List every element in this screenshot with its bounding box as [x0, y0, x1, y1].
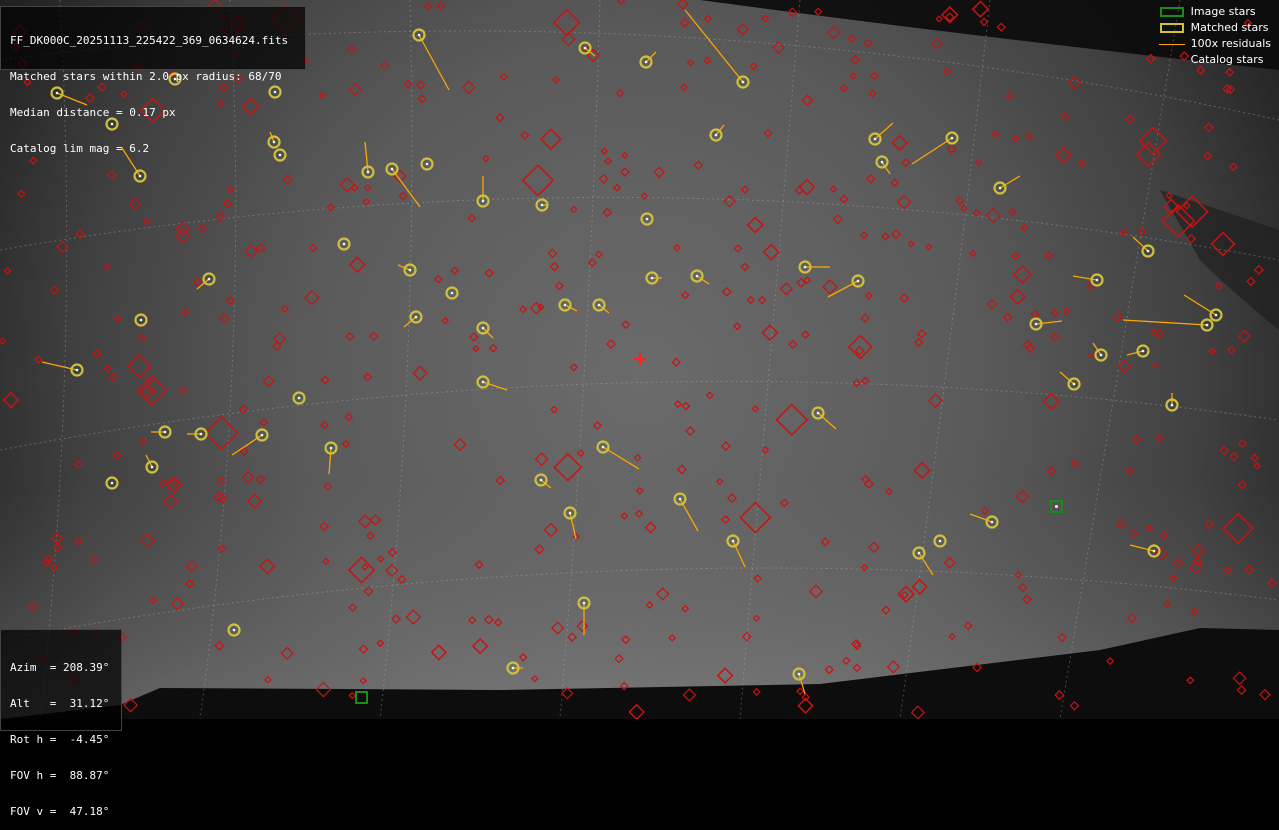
matched-star-center [803, 265, 807, 269]
matched-star-center [601, 445, 605, 449]
matched-star-center [950, 136, 954, 140]
azimuth-label: Azim = 208.39° [10, 661, 110, 674]
matched-star-center [207, 277, 211, 281]
matched-star-center [582, 601, 586, 605]
matched-star-center [408, 268, 412, 272]
matched-star-center [990, 520, 994, 524]
matched-star-center [650, 276, 654, 280]
matched-star-center [816, 411, 820, 415]
legend-residuals-label: 100x residuals [1190, 37, 1271, 50]
matched-star-center [414, 315, 418, 319]
matched-star-center [342, 242, 346, 246]
matched-star-center [678, 497, 682, 501]
matched-star-center [481, 380, 485, 384]
matched-star-center [75, 368, 79, 372]
matched-star-center [880, 160, 884, 164]
matched-stars-summary: Matched stars within 2.0 px radius: 68/7… [10, 70, 282, 83]
residual-line-swatch-icon [1158, 43, 1185, 45]
matched-star-center [1099, 353, 1103, 357]
matched-star-center [917, 551, 921, 555]
matched-star-center [644, 60, 648, 64]
matched-star-center [199, 432, 203, 436]
matched-star-center [583, 46, 587, 50]
image-star-dot [1055, 505, 1058, 508]
matched-star-center [232, 628, 236, 632]
matched-star-center [450, 291, 454, 295]
matched-star-center [568, 511, 572, 515]
matched-star-center [1072, 382, 1076, 386]
matched-star-center [139, 318, 143, 322]
matched-star-center [366, 170, 370, 174]
matched-star-center [150, 465, 154, 469]
matched-star-center [260, 433, 264, 437]
matched-star-center [563, 303, 567, 307]
matched-star-center [540, 203, 544, 207]
matched-star-center [297, 396, 301, 400]
matched-star-center [1214, 313, 1218, 317]
matched-star-center [425, 162, 429, 166]
matched-star-center [873, 137, 877, 141]
matched-star-center [481, 199, 485, 203]
matched-star-center [998, 186, 1002, 190]
matched-star-center [1205, 323, 1209, 327]
pointing-info-box: Azim = 208.39° Alt = 31.12° Rot h = -4.4… [0, 629, 122, 818]
legend-matched-stars-label: Matched stars [1190, 21, 1269, 34]
matched-star-center [1095, 278, 1099, 282]
legend-residuals: 100x residuals [1158, 36, 1271, 52]
matched-star-center [1152, 549, 1156, 553]
legend-catalog-stars-label: Catalog stars [1190, 53, 1264, 66]
matched-star-center [1141, 349, 1145, 353]
matched-star-center [695, 274, 699, 278]
legend-image-stars-label: Image stars [1190, 5, 1256, 18]
catalog-star-swatch-icon [1159, 55, 1185, 65]
matched-star-center [539, 478, 543, 482]
matched-star-center [938, 539, 942, 543]
matched-star-center [138, 174, 142, 178]
matched-star-center [511, 666, 515, 670]
file-name-label: FF_DK000C_20251113_225422_369_0634624.fi… [10, 34, 289, 47]
image-star-swatch-icon [1159, 7, 1184, 17]
altitude-label: Alt = 31.12° [10, 697, 110, 710]
legend-catalog-stars: Catalog stars [1159, 52, 1271, 68]
fov-vertical-label: FOV v = 47.18° [10, 805, 110, 818]
matched-star-center [731, 539, 735, 543]
matched-star-center [110, 481, 114, 485]
matched-star-center [597, 303, 601, 307]
legend-matched-stars: Matched stars [1159, 20, 1271, 36]
fov-horizontal-label: FOV h = 88.87° [10, 769, 110, 782]
legend: Image stars Matched stars 100x residuals… [1158, 4, 1271, 68]
plate-info-box: FF_DK000C_20251113_225422_369_0634624.fi… [0, 6, 306, 155]
rotation-label: Rot h = -4.45° [10, 733, 110, 746]
matched-star-center [714, 133, 718, 137]
legend-image-stars: Image stars [1159, 4, 1271, 20]
matched-star-center [797, 672, 801, 676]
matched-star-center [1170, 403, 1174, 407]
matched-star-swatch-icon [1159, 23, 1184, 33]
matched-star-center [481, 326, 485, 330]
matched-star-center [741, 80, 745, 84]
matched-star-center [856, 279, 860, 283]
median-distance-label: Median distance = 0.17 px [10, 106, 176, 119]
matched-star-center [1146, 249, 1150, 253]
matched-star-center [417, 33, 421, 37]
matched-star-center [645, 217, 649, 221]
matched-star-center [1034, 322, 1038, 326]
matched-star-center [329, 446, 333, 450]
matched-star-center [390, 167, 394, 171]
catalog-lim-mag-label: Catalog lim mag = 6.2 [10, 142, 150, 155]
matched-star-center [163, 430, 167, 434]
